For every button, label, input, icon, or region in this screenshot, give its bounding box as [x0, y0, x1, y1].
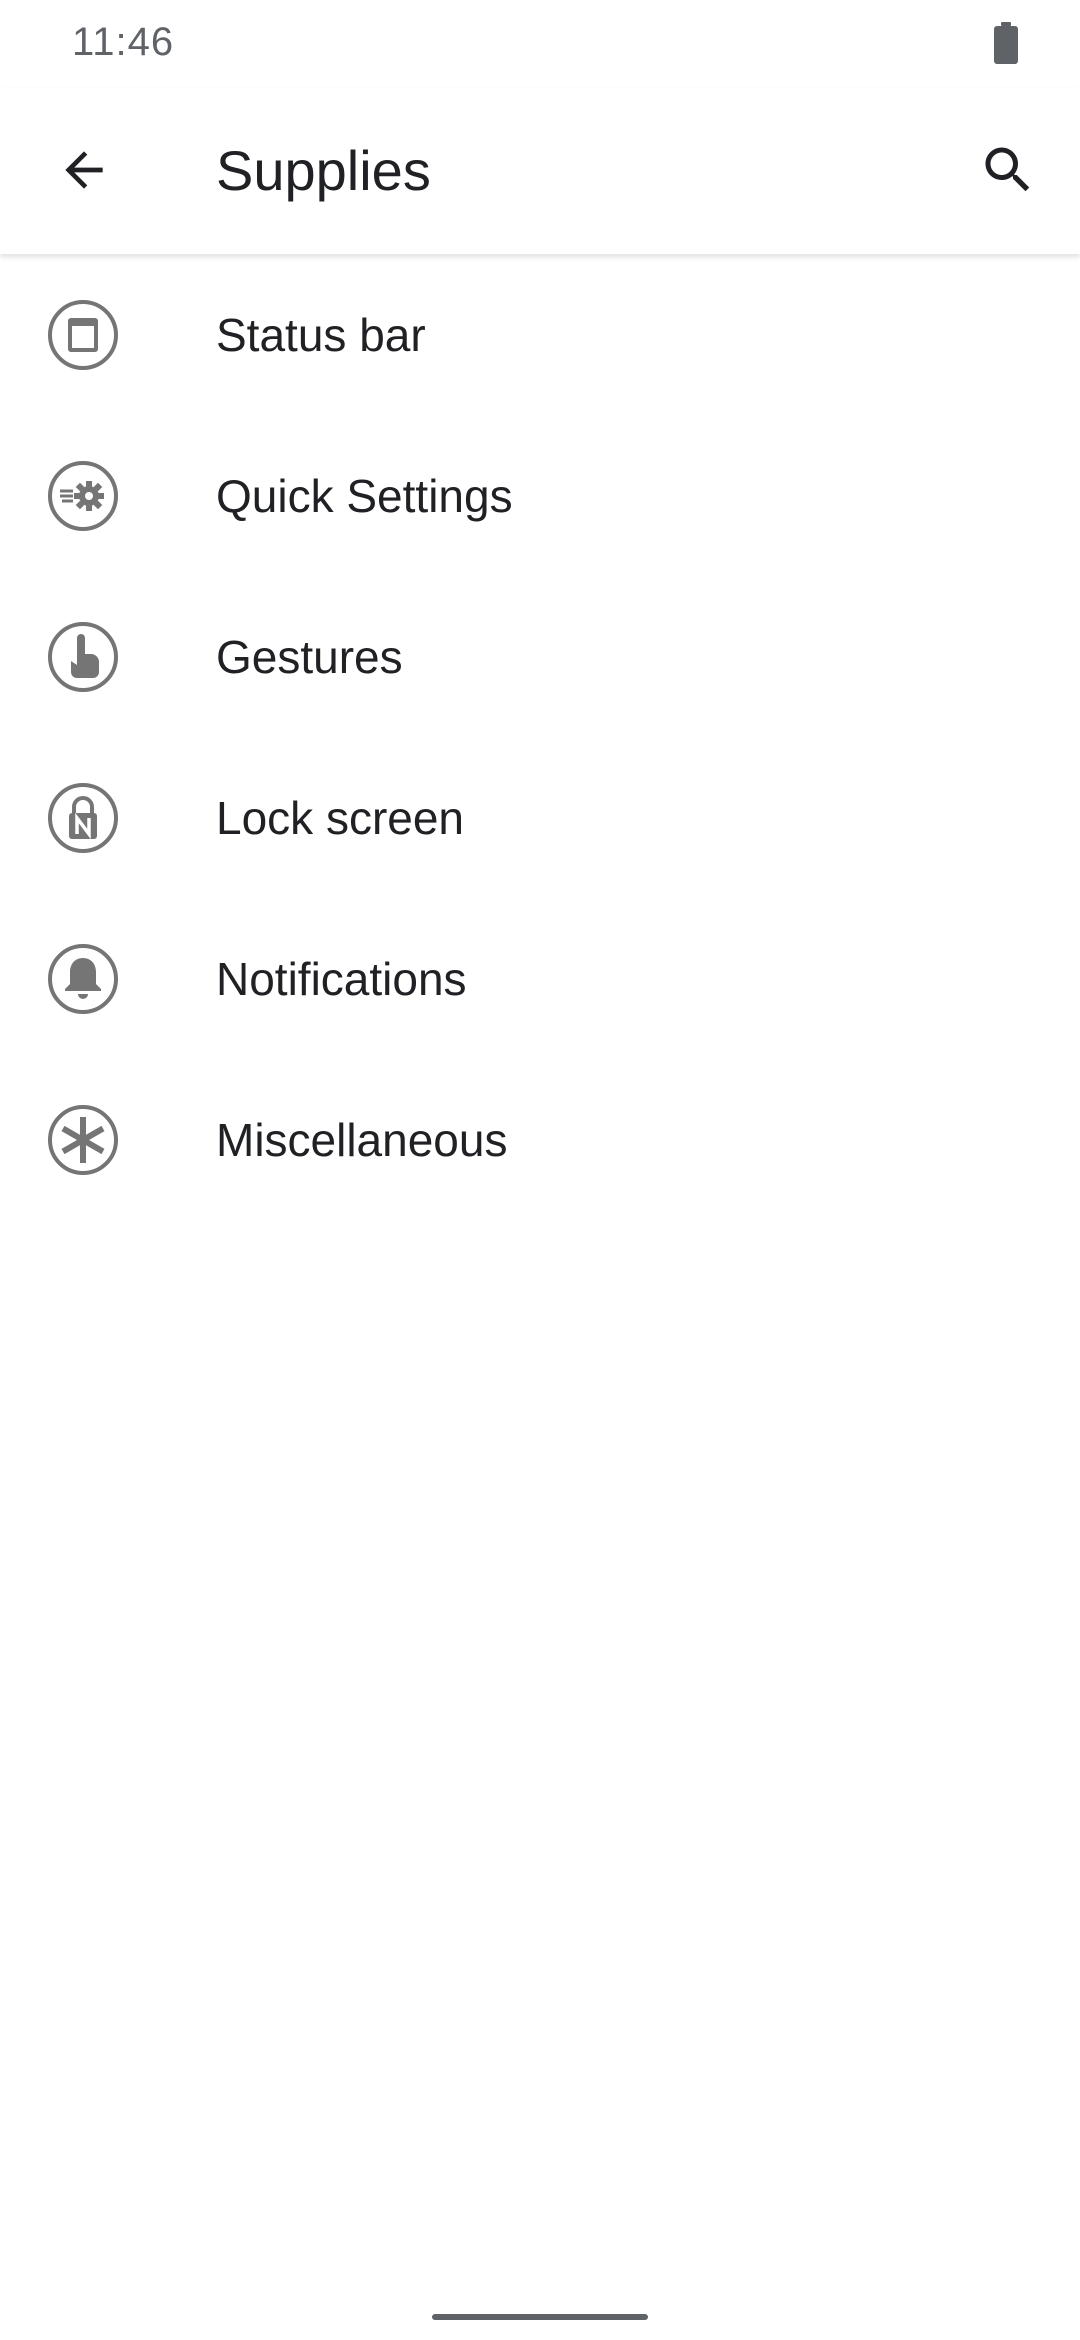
status-time: 11:46 [72, 20, 175, 64]
app-bar: Supplies [0, 88, 1080, 254]
menu-item-lock-screen[interactable]: Lock screen [0, 737, 1080, 898]
menu-item-gestures[interactable]: Gestures [0, 576, 1080, 737]
page-title: Supplies [216, 139, 431, 202]
menu-item-label: Gestures [216, 630, 403, 683]
menu-item-label: Lock screen [216, 791, 465, 844]
menu-item-label: Status bar [216, 308, 426, 361]
search-button[interactable] [964, 126, 1052, 214]
menu-item-quick-settings[interactable]: Quick Settings [0, 415, 1080, 576]
search-icon [985, 147, 1030, 192]
menu-list: Status bar Quick Settings Gestures Lock … [0, 254, 1080, 1220]
gesture-nav-handle[interactable] [432, 2314, 648, 2320]
menu-item-status-bar[interactable]: Status bar [0, 254, 1080, 415]
bell-icon [47, 943, 119, 1015]
status-bar-icon [47, 299, 119, 371]
quick-settings-icon [47, 460, 119, 532]
asterisk-icon [47, 1104, 119, 1176]
screen: 11:46 Supplies Status bar Quick Settings… [0, 0, 1080, 2340]
menu-item-label: Quick Settings [216, 469, 513, 522]
lock-screen-icon [47, 782, 119, 854]
menu-item-miscellaneous[interactable]: Miscellaneous [0, 1059, 1080, 1220]
menu-item-notifications[interactable]: Notifications [0, 898, 1080, 1059]
battery-icon [994, 22, 1018, 64]
arrow-back-icon [65, 151, 103, 189]
menu-item-label: Notifications [216, 952, 467, 1005]
gesture-icon [47, 621, 119, 693]
menu-item-label: Miscellaneous [216, 1113, 508, 1166]
status-bar: 11:46 [0, 0, 1080, 88]
back-button[interactable] [40, 126, 128, 214]
